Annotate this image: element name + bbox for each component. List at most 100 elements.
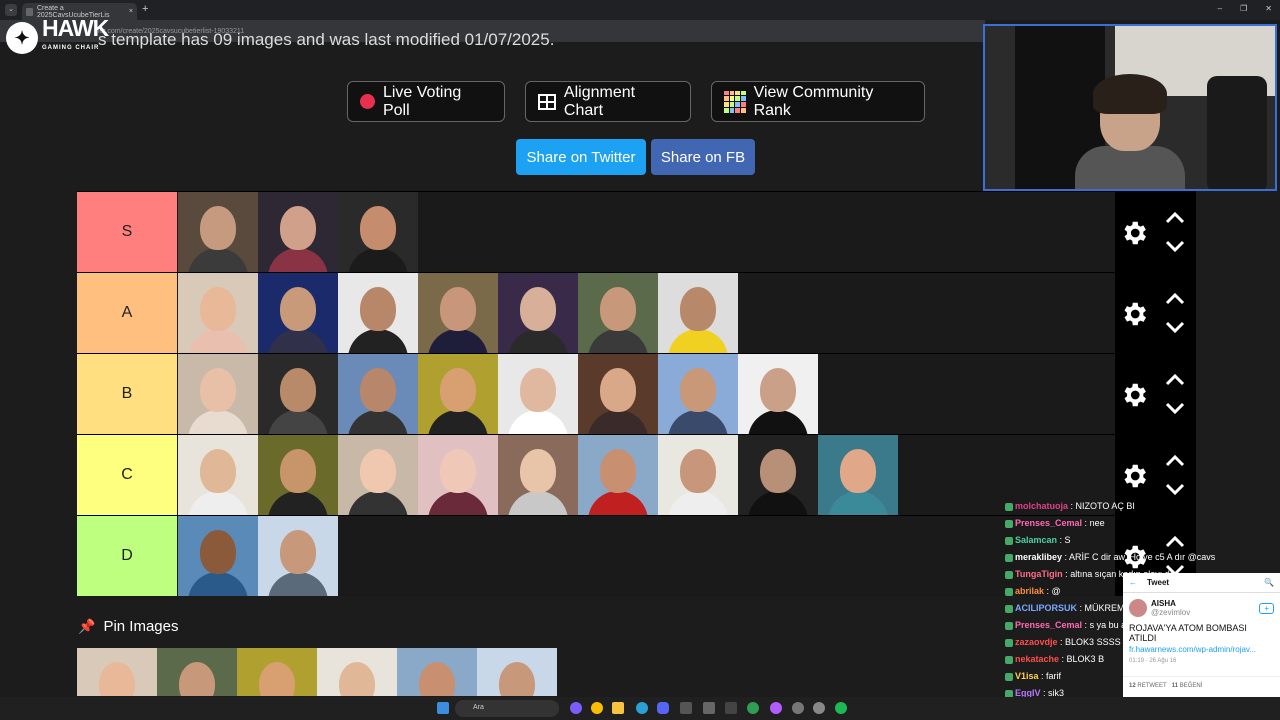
tier-image[interactable] <box>178 435 258 515</box>
tier-image[interactable] <box>658 354 738 434</box>
app-icon-2[interactable] <box>703 702 715 714</box>
tier-label[interactable]: B <box>77 354 177 434</box>
chat-username[interactable]: V1isa <box>1015 671 1039 681</box>
tier-image[interactable] <box>498 435 578 515</box>
tier-image[interactable] <box>338 192 418 272</box>
chat-username[interactable]: TungaTigin <box>1015 569 1063 579</box>
gear-icon[interactable] <box>1119 380 1149 410</box>
restore-button[interactable]: ❐ <box>1240 4 1247 13</box>
tier-image[interactable] <box>418 435 498 515</box>
tab-close-icon[interactable]: × <box>129 8 133 15</box>
pin-image[interactable] <box>237 648 317 696</box>
tier-image[interactable] <box>578 273 658 353</box>
tier-image[interactable] <box>178 192 258 272</box>
tier-image[interactable] <box>578 354 658 434</box>
chat-username[interactable]: molchatuoja <box>1015 501 1068 511</box>
chevron-up-icon[interactable] <box>1165 291 1185 305</box>
gear-icon[interactable] <box>1119 461 1149 491</box>
tier-image[interactable] <box>178 516 258 596</box>
tier-image[interactable] <box>418 354 498 434</box>
tier-image[interactable] <box>658 435 738 515</box>
tier-image[interactable] <box>258 435 338 515</box>
tier-image[interactable] <box>258 273 338 353</box>
back-arrow-icon[interactable]: ← <box>1129 578 1137 587</box>
pin-image[interactable] <box>477 648 557 696</box>
tweet-link[interactable]: fr.hawarnews.com/wp-admin/rojav... <box>1123 643 1280 656</box>
share-twitter-button[interactable]: Share on Twitter <box>516 139 646 175</box>
tier-image[interactable] <box>418 273 498 353</box>
search-icon[interactable]: 🔍 <box>1264 578 1274 587</box>
pin-image[interactable] <box>77 648 157 696</box>
chat-username[interactable]: Prenses_Cemal <box>1015 620 1082 630</box>
file-explorer-icon[interactable] <box>612 702 624 714</box>
live-voting-poll-button[interactable]: Live Voting Poll <box>347 81 505 122</box>
windows-start-icon[interactable] <box>437 702 449 714</box>
new-tab-button[interactable]: + <box>142 3 148 15</box>
chevron-down-icon[interactable] <box>1165 321 1185 335</box>
app-icon-6[interactable] <box>792 702 804 714</box>
pin-image[interactable] <box>157 648 237 696</box>
tweet-handle: @zevimlov <box>1151 608 1191 617</box>
chrome-icon[interactable] <box>591 702 603 714</box>
app-icon-7[interactable] <box>813 702 825 714</box>
tier-label[interactable]: D <box>77 516 177 596</box>
taskbar-search[interactable]: Ara <box>455 700 559 717</box>
chevron-up-icon[interactable] <box>1165 210 1185 224</box>
taskbar-search-label: Ara <box>473 704 484 711</box>
copilot-icon[interactable] <box>570 702 582 714</box>
share-fb-button[interactable]: Share on FB <box>651 139 755 175</box>
alignment-chart-button[interactable]: Alignment Chart <box>525 81 691 122</box>
tier-image[interactable] <box>818 435 898 515</box>
window-controls: – ❐ ✕ <box>1218 4 1272 13</box>
tier-label[interactable]: S <box>77 192 177 272</box>
tab-menu-icon[interactable]: ⌄ <box>5 4 17 16</box>
tier-image[interactable] <box>578 435 658 515</box>
view-community-rank-button[interactable]: View Community Rank <box>711 81 925 122</box>
tier-image[interactable] <box>258 516 338 596</box>
close-window-button[interactable]: ✕ <box>1265 4 1272 13</box>
tier-image[interactable] <box>738 354 818 434</box>
tier-image[interactable] <box>338 273 418 353</box>
pin-image[interactable] <box>397 648 477 696</box>
app-icon-5[interactable] <box>770 702 782 714</box>
app-icon-1[interactable] <box>680 702 692 714</box>
tier-image[interactable] <box>658 273 738 353</box>
follow-icon[interactable]: + <box>1259 602 1274 614</box>
tier-image[interactable] <box>338 354 418 434</box>
tier-image[interactable] <box>498 354 578 434</box>
app-icon-4[interactable] <box>747 702 759 714</box>
tier-image[interactable] <box>178 273 258 353</box>
tier-image[interactable] <box>338 435 418 515</box>
spotify-icon[interactable] <box>835 702 847 714</box>
tier-image[interactable] <box>498 273 578 353</box>
chevron-down-icon[interactable] <box>1165 240 1185 254</box>
chat-username[interactable]: Salamcan <box>1015 535 1057 545</box>
chat-username[interactable]: abrilak <box>1015 586 1044 596</box>
tier-image[interactable] <box>738 435 818 515</box>
chevron-up-icon[interactable] <box>1165 453 1185 467</box>
chat-username[interactable]: meraklibey <box>1015 552 1062 562</box>
chevron-down-icon[interactable] <box>1165 483 1185 497</box>
discord-icon[interactable] <box>657 702 669 714</box>
chat-badge-icon <box>1005 570 1013 579</box>
pin-image[interactable] <box>317 648 397 696</box>
gear-icon[interactable] <box>1119 299 1149 329</box>
chevron-up-icon[interactable] <box>1165 372 1185 386</box>
retweet-label: RETWEET <box>1137 683 1167 689</box>
chat-badge-icon <box>1005 655 1013 664</box>
edge-icon[interactable] <box>636 702 648 714</box>
chat-text: BLOK3 B <box>1066 654 1105 664</box>
minimize-button[interactable]: – <box>1218 4 1222 13</box>
chat-username[interactable]: zazaovdje <box>1015 637 1058 647</box>
gear-icon[interactable] <box>1119 218 1149 248</box>
chevron-down-icon[interactable] <box>1165 402 1185 416</box>
app-icon-3[interactable] <box>725 702 737 714</box>
chat-username[interactable]: Prenses_Cemal <box>1015 518 1082 528</box>
chat-username[interactable]: ACILIPORSUK <box>1015 603 1077 613</box>
tier-label[interactable]: C <box>77 435 177 515</box>
chat-username[interactable]: nekatache <box>1015 654 1059 664</box>
tier-image[interactable] <box>258 354 338 434</box>
tier-label[interactable]: A <box>77 273 177 353</box>
tier-image[interactable] <box>178 354 258 434</box>
tier-image[interactable] <box>258 192 338 272</box>
